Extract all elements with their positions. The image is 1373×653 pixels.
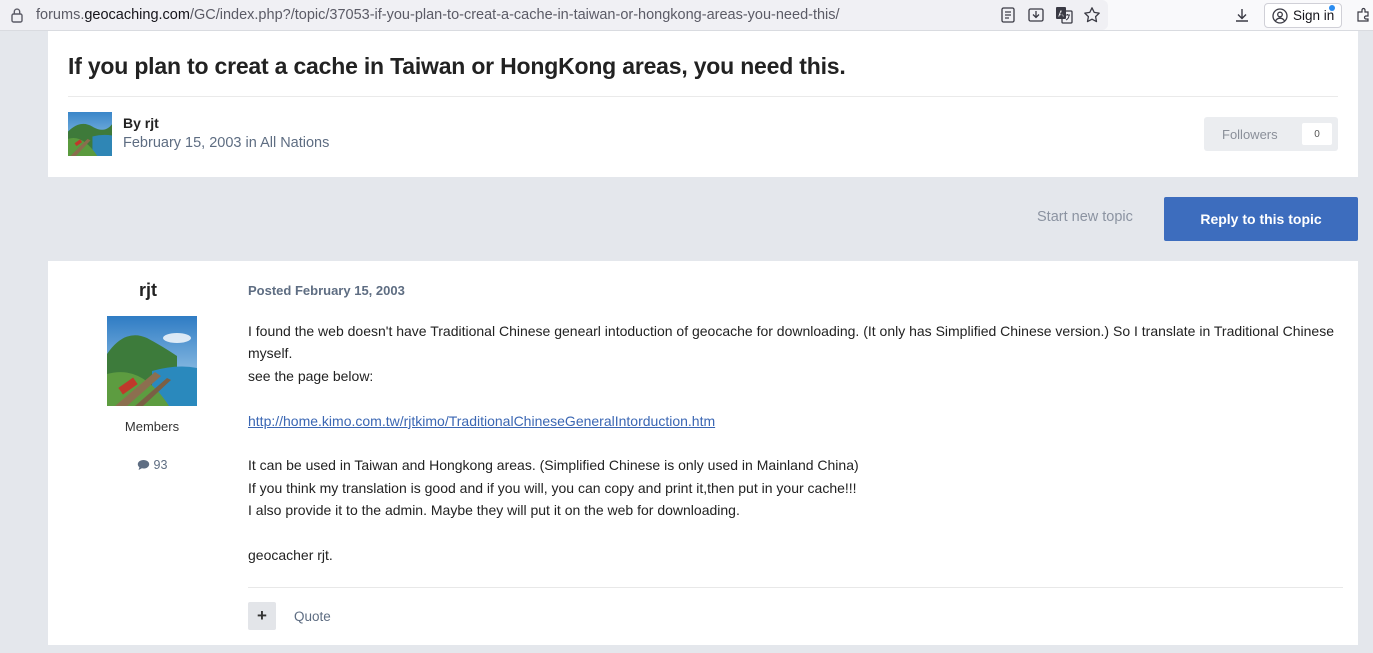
browser-toolbar: forums.geocaching.com/GC/index.php?/topi… <box>0 0 1373 31</box>
post-text-line: I found the web doesn't have Traditional… <box>248 323 1334 362</box>
forum-link[interactable]: All Nations <box>260 135 329 151</box>
topic-header: If you plan to creat a cache in Taiwan o… <box>48 31 1358 177</box>
post-text-line: see the page below: <box>248 367 374 384</box>
quote-button[interactable]: Quote <box>294 609 331 624</box>
post-date: Posted February 15, 2003 <box>248 283 405 298</box>
url-text[interactable]: forums.geocaching.com/GC/index.php?/topi… <box>36 7 840 23</box>
topic-date: February 15, 2003 <box>123 135 242 151</box>
sign-in-label: Sign in <box>1293 8 1335 23</box>
lock-icon <box>11 8 23 23</box>
post-author-avatar[interactable] <box>107 316 197 406</box>
start-new-topic-button[interactable]: Start new topic <box>1037 209 1133 225</box>
divider <box>248 587 1343 588</box>
bookmark-star-icon[interactable] <box>1082 5 1102 25</box>
post-count[interactable]: 93 <box>48 458 256 472</box>
followers-label: Followers <box>1222 126 1278 142</box>
multiquote-button[interactable]: + <box>248 602 276 630</box>
account-icon <box>1272 7 1288 24</box>
post-signature: geocacher rjt. <box>248 547 333 564</box>
post: rjt Members 93 Posted February 15, 2003 … <box>48 261 1358 645</box>
reader-view-icon[interactable] <box>998 5 1018 25</box>
comment-icon <box>137 460 149 470</box>
post-author-name[interactable]: rjt <box>48 280 248 301</box>
divider <box>68 96 1338 97</box>
save-page-icon[interactable] <box>1026 5 1046 25</box>
post-count-value: 93 <box>153 458 168 472</box>
topic-title: If you plan to creat a cache in Taiwan o… <box>68 53 846 79</box>
followers-button[interactable]: Followers 0 <box>1204 117 1338 151</box>
followers-count: 0 <box>1302 123 1332 145</box>
member-group: Members <box>124 419 180 434</box>
post-text-line: It can be used in Taiwan and Hongkong ar… <box>248 457 859 474</box>
address-bar[interactable]: forums.geocaching.com/GC/index.php?/topi… <box>0 0 1108 30</box>
post-text-line: I also provide it to the admin. Maybe th… <box>248 502 740 519</box>
author-avatar[interactable] <box>68 112 112 156</box>
topic-date-line: February 15, 2003 in All Nations <box>123 135 330 151</box>
reply-to-topic-button[interactable]: Reply to this topic <box>1164 197 1358 241</box>
author-link[interactable]: rjt <box>145 115 159 131</box>
post-link[interactable]: http://home.kimo.com.tw/rjtkimo/Traditio… <box>248 413 715 429</box>
downloads-icon[interactable] <box>1232 5 1252 25</box>
notification-dot <box>1329 5 1335 11</box>
translate-icon[interactable]: A <box>1054 5 1074 25</box>
sign-in-button[interactable]: Sign in <box>1264 3 1342 28</box>
author-line: By rjt <box>123 115 159 131</box>
post-text-line: If you think my translation is good and … <box>248 479 857 496</box>
extensions-icon[interactable] <box>1353 5 1373 25</box>
post-content: I found the web doesn't have Traditional… <box>248 320 1348 566</box>
